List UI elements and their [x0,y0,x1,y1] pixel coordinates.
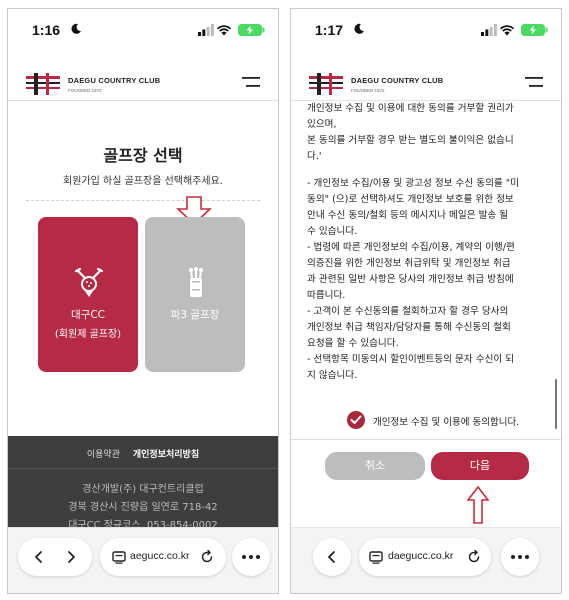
cellular-signal-icon [481,24,497,36]
back-chevron-icon[interactable] [32,550,46,564]
more-dots-icon [511,555,529,559]
moon-icon [71,23,81,34]
page-title: 골프장 선택 [103,146,183,165]
checkmark-circle-icon[interactable] [347,411,365,429]
brand-name: DAEGU COUNTRY CLUB [351,76,444,85]
course-card-title: 대구CC [71,309,105,321]
wifi-icon [217,25,231,36]
terms-line: 따릅니다. [307,290,346,301]
privacy-terms-text: 개인정보 수집 및 이용에 대한 동의를 거부할 권리가있으며, 본 동의를 거부… [307,101,545,384]
course-card-subtitle: (회원제 골프장) [54,329,122,340]
terms-line: - 선택항목 미동의시 할인이벤트등의 문자 수신이 되 [307,354,515,365]
more-dots-icon [242,555,260,559]
brand-founded: FOUNDED 1972 [68,88,102,93]
terms-line: 지 않습니다. [307,370,358,381]
status-time: 1:16 [32,22,61,38]
brand-founded: FOUNDED 1972 [351,88,385,93]
terms-line: 의증진을 위한 개인정보 취급위탁 및 개인정보 취급 [307,258,511,269]
dashed-divider [26,200,260,201]
back-button[interactable] [313,538,351,576]
terms-line: 본 동의를 거부할 경우 받는 별도의 불이익은 없습니 [307,135,514,146]
browser-toolbar: daegucc.co.kr [291,527,561,593]
terms-link[interactable]: 이용약관 [87,450,120,460]
course-card-title: 파3 골프장 [170,309,220,321]
privacy-policy-link[interactable]: 개인정보처리방침 [133,450,199,460]
cellular-signal-icon [198,24,214,36]
daegu-cc-logo[interactable] [26,73,60,95]
terms-line: 과 관련된 일반 사항은 당사의 개인정보 취급 방침에 [307,274,514,285]
terms-line: - 개인정보 수집/이용 및 광고성 정보 수신 동의를 "미 [307,178,520,189]
forward-chevron-icon[interactable] [64,550,78,564]
hamburger-menu-icon[interactable] [525,77,543,89]
back-chevron-icon [328,551,335,563]
phone-screen-right: 1:17 DAEGU COUNTRY CLUB FOUNDED 1972 개인정… [290,8,562,594]
url-text: aegucc.co.kr [130,550,190,562]
next-button[interactable]: 다음 [431,452,529,480]
course-card-daegu-cc[interactable]: 대구CC (회원제 골프장) [38,217,138,372]
terms-line: 동의" (으)로 선택하셔도 개인정보 보호를 위한 정보 [307,194,514,205]
more-options-button[interactable] [232,538,270,576]
address-bar[interactable]: daegucc.co.kr [359,538,491,576]
site-header: DAEGU COUNTRY CLUB FOUNDED 1972 [8,67,278,107]
scrollbar-thumb[interactable] [555,379,557,429]
terms-line: 안내 수신 동의/철회 등의 메시지나 메일은 발송 될 [307,210,509,221]
header-divider [8,100,278,101]
address-bar[interactable]: aegucc.co.kr [100,538,226,576]
battery-charging-icon [521,24,548,36]
status-bar: 1:17 [291,9,561,49]
consent-label: 개인정보 수집 및 이용에 동의합니다. [373,417,520,428]
browser-toolbar: aegucc.co.kr [8,527,278,593]
terms-line: - 고객이 본 수신동의를 철회하고자 할 경우 당사의 [307,306,509,317]
reader-mode-icon[interactable] [369,550,383,564]
terms-line: 개인정보 수집 및 이용에 대한 동의를 거부할 권리가 [307,103,514,114]
more-options-button[interactable] [501,538,539,576]
hamburger-menu-icon[interactable] [242,77,260,89]
brand-name: DAEGU COUNTRY CLUB [68,76,161,85]
screenshot-canvas: 1:16 DAEGU COUNTRY CLUB FOUNDED 1972 골프장… [0,0,569,600]
footer-address: 경북 경산시 진량읍 일연로 718-42 [68,502,218,513]
wifi-icon [500,25,514,36]
terms-gap [307,165,545,176]
daegu-cc-logo[interactable] [309,73,343,95]
reader-mode-icon[interactable] [112,550,126,564]
terms-line: 요청을 할 수 있습니다. [307,338,399,349]
terms-line: 다.' [307,151,322,162]
footer-divider [8,468,278,469]
terms-line: 있으며, [307,119,337,130]
battery-charging-icon [238,24,265,36]
golf-bag-icon [189,267,203,297]
footer-company: 경산개발(주) 대구컨트리클럽 [82,484,204,495]
status-time: 1:17 [315,22,344,38]
browser-nav-buttons [18,538,92,576]
terms-line: 개인정보 취급 책임자/담당자를 통해 수신동의 철회 [307,322,511,333]
annotation-arrow-up-icon [467,486,489,524]
site-footer: 이용약관 개인정보처리방침 경산개발(주) 대구컨트리클럽 경북 경산시 진량읍… [8,436,278,536]
reload-icon[interactable] [467,550,481,564]
cancel-button[interactable]: 취소 [325,452,425,480]
reload-icon[interactable] [200,550,214,564]
status-bar: 1:16 [8,9,278,49]
course-card-par3[interactable]: 파3 골프장 [145,217,245,372]
page-description: 회원가입 하실 골프장을 선택해주세요. [63,176,223,187]
terms-line: 수 있습니다. [307,226,358,237]
url-text: daegucc.co.kr [388,550,454,562]
golf-ball-clubs-icon [74,267,104,297]
terms-line: - 법령에 따른 개인정보의 수집/이용, 계약의 이행/편 [307,242,515,253]
modal-divider [291,439,561,440]
phone-screen-left: 1:16 DAEGU COUNTRY CLUB FOUNDED 1972 골프장… [7,8,279,594]
moon-icon [354,23,364,34]
